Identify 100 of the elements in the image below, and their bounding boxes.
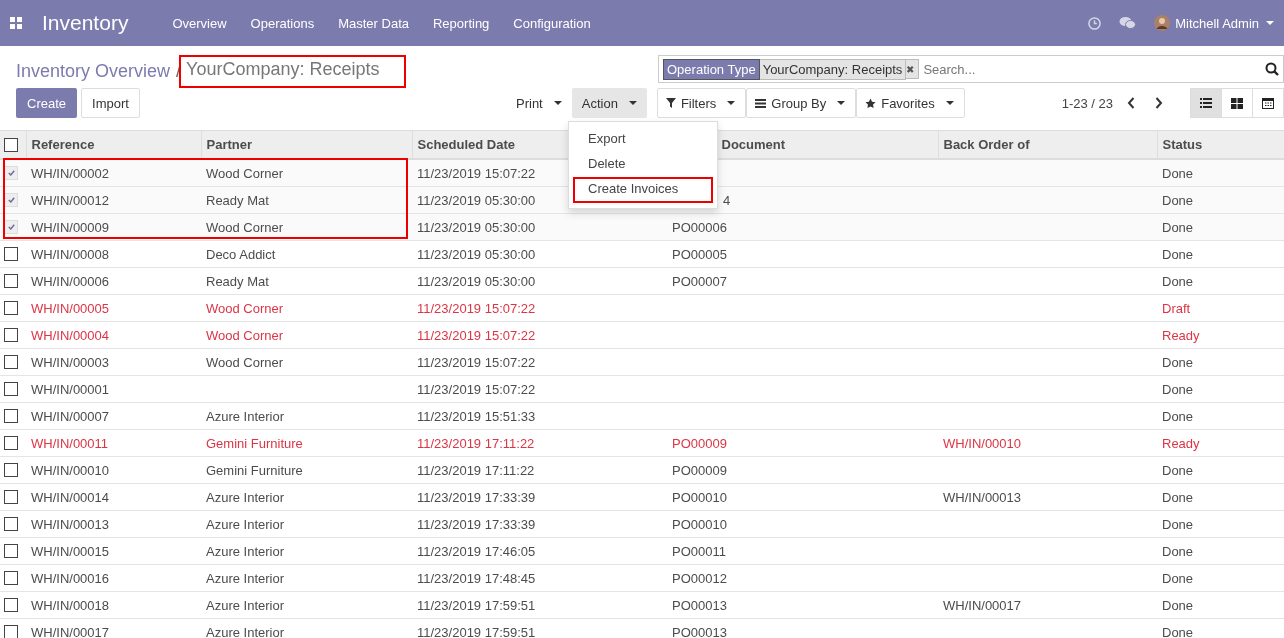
user-menu[interactable]: Mitchell Admin — [1175, 15, 1274, 31]
column-header[interactable]: Back Order of — [938, 130, 1157, 159]
table-cell: 11/23/2019 17:33:39 — [417, 489, 536, 505]
filter-icon — [665, 98, 676, 108]
row-checkbox[interactable] — [4, 517, 18, 531]
table-cell: WH/IN/00013 — [943, 489, 1022, 505]
table-cell: 11/23/2019 15:07:22 — [417, 354, 536, 370]
previous-icon[interactable] — [1127, 97, 1135, 109]
breadcrumb-link[interactable]: Inventory Overview — [16, 60, 171, 82]
check-icon — [7, 197, 15, 203]
chat-icon[interactable] — [1119, 16, 1137, 30]
search-icon[interactable] — [1265, 62, 1279, 76]
column-header[interactable]: Status — [1157, 130, 1284, 159]
grid-icon — [1231, 97, 1243, 109]
row-checkbox[interactable] — [4, 409, 18, 423]
search-field[interactable]: Operation Type YourCompany: Receipts ✖ Search... — [658, 55, 1284, 83]
table-cell: WH/IN/00016 — [31, 570, 110, 586]
table-cell: PO00007 — [672, 273, 727, 289]
table-cell: Done — [1162, 462, 1194, 478]
table-cell: WH/IN/00017 — [31, 624, 110, 638]
table-cell: 11/23/2019 17:59:51 — [417, 597, 536, 613]
row-checkbox[interactable] — [4, 436, 18, 450]
table-cell: 11/23/2019 17:11:22 — [417, 462, 535, 478]
table-cell: 11/23/2019 15:07:22 — [417, 165, 536, 181]
table-cell: Ready Mat — [206, 273, 269, 289]
table-cell: 11/23/2019 05:30:00 — [417, 246, 536, 262]
row-checkbox[interactable] — [4, 247, 18, 261]
calendar-view-button[interactable] — [1252, 88, 1284, 118]
table-cell: Wood Corner — [206, 219, 284, 235]
table-cell: WH/IN/00003 — [31, 354, 110, 370]
column-header[interactable]: Partner — [201, 130, 412, 159]
star-icon — [865, 97, 877, 109]
app-title: Inventory — [42, 11, 129, 35]
clock-icon[interactable] — [1088, 16, 1102, 30]
table-cell: PO00011 — [672, 543, 726, 559]
calendar-icon — [1262, 97, 1274, 109]
table-cell: Ready — [1162, 327, 1200, 343]
table-cell: WH/IN/00012 — [31, 192, 110, 208]
menu-item[interactable]: Create Invoices — [573, 177, 713, 203]
create-button[interactable]: Create — [16, 88, 78, 118]
kanban-view-button[interactable] — [1221, 88, 1253, 118]
table-cell: Wood Corner — [206, 327, 284, 343]
table-cell: Azure Interior — [206, 489, 285, 505]
table-cell: Ready Mat — [206, 192, 269, 208]
dropdown-button[interactable]: Action — [571, 88, 647, 118]
row-checkbox[interactable] — [4, 382, 18, 396]
table-cell: Ready — [1162, 435, 1200, 451]
group-by-button[interactable]: Group By — [746, 88, 857, 118]
table-cell: 11/23/2019 17:33:39 — [417, 516, 536, 532]
table-cell: 11/23/2019 17:48:45 — [417, 570, 536, 586]
pager-value: 1-23 / 23 — [1061, 95, 1113, 111]
table-cell: 4 — [723, 192, 731, 208]
table-cell: Wood Corner — [206, 354, 284, 370]
next-icon[interactable] — [1155, 97, 1163, 109]
list-view-button[interactable] — [1190, 88, 1222, 118]
row-checkbox[interactable] — [4, 625, 18, 638]
table-cell: WH/IN/00008 — [31, 246, 110, 262]
table-cell: 11/23/2019 17:46:05 — [417, 543, 536, 559]
navbar-menu-item[interactable]: Overview — [172, 15, 227, 31]
check-icon — [7, 224, 15, 230]
row-checkbox[interactable] — [4, 355, 18, 369]
table-cell: WH/IN/00015 — [31, 543, 110, 559]
table-cell: Done — [1162, 246, 1194, 262]
table-cell: WH/IN/00001 — [31, 381, 110, 397]
remove-facet-button[interactable]: ✖ — [906, 59, 920, 79]
row-checkbox[interactable] — [4, 301, 18, 315]
table-cell: Done — [1162, 543, 1194, 559]
table-cell: WH/IN/00009 — [31, 219, 110, 235]
navbar-menu-item[interactable]: Operations — [250, 15, 315, 31]
facet-label: Operation Type — [663, 58, 760, 80]
table-cell: Done — [1162, 570, 1194, 586]
filters-button[interactable]: Filters — [656, 88, 747, 118]
row-checkbox[interactable] — [4, 598, 18, 612]
favorites-button[interactable]: Favorites — [856, 88, 965, 118]
table-cell: 11/23/2019 05:30:00 — [417, 192, 536, 208]
row-checkbox[interactable] — [4, 463, 18, 477]
table-cell: WH/IN/00006 — [31, 273, 110, 289]
table-cell: WH/IN/00010 — [943, 435, 1022, 451]
row-checkbox[interactable] — [4, 544, 18, 558]
table-cell: PO00009 — [672, 462, 727, 478]
row-checkbox[interactable] — [4, 571, 18, 585]
navbar-menu-item[interactable]: Master Data — [338, 15, 409, 31]
row-checkbox[interactable] — [4, 328, 18, 342]
table-cell: PO00010 — [672, 489, 727, 505]
navbar-menu-item[interactable]: Reporting — [433, 15, 490, 31]
import-button[interactable]: Import — [81, 88, 140, 118]
column-header[interactable]: Reference — [26, 130, 201, 159]
row-checkbox[interactable] — [4, 274, 18, 288]
table-cell: Done — [1162, 489, 1194, 505]
table-cell: PO00010 — [672, 516, 727, 532]
row-checkbox[interactable] — [4, 490, 18, 504]
table-cell: WH/IN/00018 — [31, 597, 110, 613]
table-cell: WH/IN/00010 — [31, 462, 110, 478]
select-all-checkbox[interactable] — [4, 137, 18, 152]
table-cell: Done — [1162, 165, 1194, 181]
table-cell: Wood Corner — [206, 300, 284, 316]
table-cell: 11/23/2019 15:51:33 — [417, 408, 536, 424]
apps-menu-icon[interactable] — [10, 17, 22, 29]
table-cell: WH/IN/00013 — [31, 516, 110, 532]
navbar-menu-item[interactable]: Configuration — [513, 15, 591, 31]
